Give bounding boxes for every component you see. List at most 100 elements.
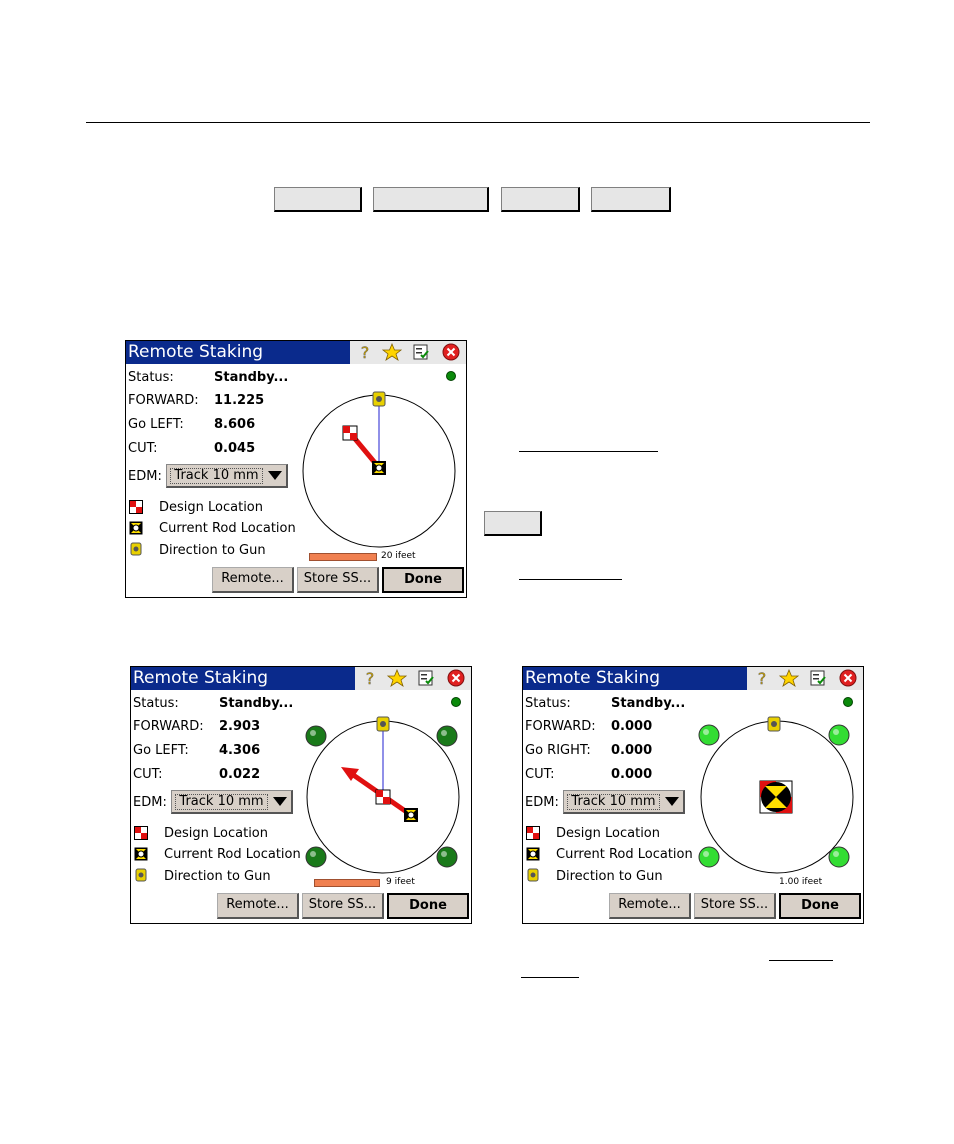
legend-direction-to-gun: Direction to Gun (164, 869, 271, 884)
store-ss-button[interactable]: Store SS... (297, 567, 379, 593)
left-right-label: Go LEFT: (128, 417, 184, 432)
forward-value: 11.225 (214, 393, 265, 408)
title-icons: ? (747, 667, 863, 690)
underline-2 (519, 579, 622, 580)
on-target-marker (759, 780, 793, 814)
done-button[interactable]: Done (779, 893, 861, 919)
direction-to-gun-marker (372, 391, 386, 407)
legend-direction-to-gun: Direction to Gun (556, 869, 663, 884)
scale-text: 9 ifeet (386, 877, 415, 887)
direction-to-gun-marker (767, 716, 781, 732)
current-rod-location-icon (526, 847, 540, 861)
cut-label: CUT: (133, 767, 163, 782)
remote-staking-screenshot-1: Remote Staking ? Status: Standby... FORW… (125, 340, 467, 598)
favorites-star-icon[interactable] (387, 669, 407, 687)
store-ss-button[interactable]: Store SS... (694, 893, 776, 919)
forward-value: 0.000 (611, 719, 653, 734)
remote-button[interactable]: Remote... (609, 893, 691, 919)
text-button-graphic-5 (484, 511, 542, 536)
scale-text: 1.00 ifeet (779, 877, 823, 887)
legend-current-rod-location: Current Rod Location (556, 847, 693, 862)
edm-dropdown[interactable]: Track 10 mm (563, 790, 685, 814)
done-button[interactable]: Done (387, 893, 469, 919)
edm-selected-value: Track 10 mm (567, 794, 660, 810)
staking-compass (698, 716, 854, 874)
legend-direction-to-gun: Direction to Gun (159, 543, 266, 558)
current-rod-location-marker (372, 461, 386, 475)
title-bar: Remote Staking ? (131, 667, 471, 690)
legend-design-location: Design Location (164, 826, 268, 841)
help-icon[interactable]: ? (356, 343, 374, 361)
edm-dropdown[interactable]: Track 10 mm (166, 464, 288, 488)
edm-label: EDM: (525, 795, 559, 810)
status-label: Status: (525, 696, 571, 711)
edm-label: EDM: (128, 469, 162, 484)
top-rule (86, 122, 870, 123)
left-right-label: Go RIGHT: (525, 743, 591, 758)
favorites-star-icon[interactable] (382, 343, 402, 361)
settings-checklist-icon[interactable] (417, 669, 435, 687)
guidance-light (698, 724, 720, 746)
status-label: Status: (128, 370, 174, 385)
title-icons: ? (350, 341, 466, 364)
close-icon[interactable] (839, 669, 857, 687)
direction-to-gun-marker (376, 716, 390, 732)
current-rod-location-marker (404, 808, 418, 822)
settings-checklist-icon[interactable] (809, 669, 827, 687)
remote-staking-screenshot-3: Remote Staking ? Status: Standby... FORW… (522, 666, 864, 924)
window-title: Remote Staking (128, 342, 264, 362)
legend-design-location: Design Location (159, 500, 263, 515)
underline-1 (519, 451, 658, 452)
design-location-marker (342, 425, 358, 441)
edm-selected-value: Track 10 mm (175, 794, 268, 810)
forward-label: FORWARD: (128, 393, 199, 408)
store-ss-button[interactable]: Store SS... (302, 893, 384, 919)
remote-button[interactable]: Remote... (212, 567, 294, 593)
forward-label: FORWARD: (525, 719, 596, 734)
current-rod-location-icon (129, 521, 143, 535)
direction-to-gun-icon (135, 868, 147, 882)
text-button-graphic-4 (591, 187, 671, 212)
done-button[interactable]: Done (382, 567, 464, 593)
edm-dropdown[interactable]: Track 10 mm (171, 790, 293, 814)
cut-label: CUT: (128, 441, 158, 456)
status-label: Status: (133, 696, 179, 711)
staking-compass (302, 391, 456, 548)
cut-value: 0.045 (214, 441, 256, 456)
edm-selected-value: Track 10 mm (170, 468, 263, 484)
design-location-icon (526, 826, 540, 840)
text-button-graphic-1 (274, 187, 362, 212)
design-location-icon (129, 500, 143, 514)
guidance-light (305, 725, 327, 747)
help-icon[interactable]: ? (361, 669, 379, 687)
legend-current-rod-location: Current Rod Location (164, 847, 301, 862)
edm-label: EDM: (133, 795, 167, 810)
scale-text: 20 ifeet (381, 551, 416, 561)
close-icon[interactable] (442, 343, 460, 361)
title-bar: Remote Staking ? (523, 667, 863, 690)
title-icons: ? (355, 667, 471, 690)
remote-button[interactable]: Remote... (217, 893, 299, 919)
underline-4 (521, 977, 579, 978)
current-rod-location-icon (134, 847, 148, 861)
cut-value: 0.000 (611, 767, 653, 782)
chevron-down-icon (273, 797, 287, 806)
close-icon[interactable] (447, 669, 465, 687)
text-button-graphic-2 (373, 187, 489, 212)
direction-to-gun-icon (130, 542, 142, 556)
remote-staking-screenshot-2: Remote Staking ? Status: Standby... FORW… (130, 666, 472, 924)
left-right-label: Go LEFT: (133, 743, 189, 758)
left-right-value: 4.306 (219, 743, 261, 758)
favorites-star-icon[interactable] (779, 669, 799, 687)
svg-text:?: ? (361, 343, 370, 361)
status-value: Standby... (214, 370, 289, 385)
svg-text:?: ? (758, 669, 767, 687)
staking-compass (305, 716, 460, 874)
settings-checklist-icon[interactable] (412, 343, 430, 361)
help-icon[interactable]: ? (753, 669, 771, 687)
status-value: Standby... (219, 696, 294, 711)
status-value: Standby... (611, 696, 686, 711)
text-button-graphic-3 (501, 187, 580, 212)
direction-to-gun-icon (527, 868, 539, 882)
guidance-light (305, 846, 327, 868)
